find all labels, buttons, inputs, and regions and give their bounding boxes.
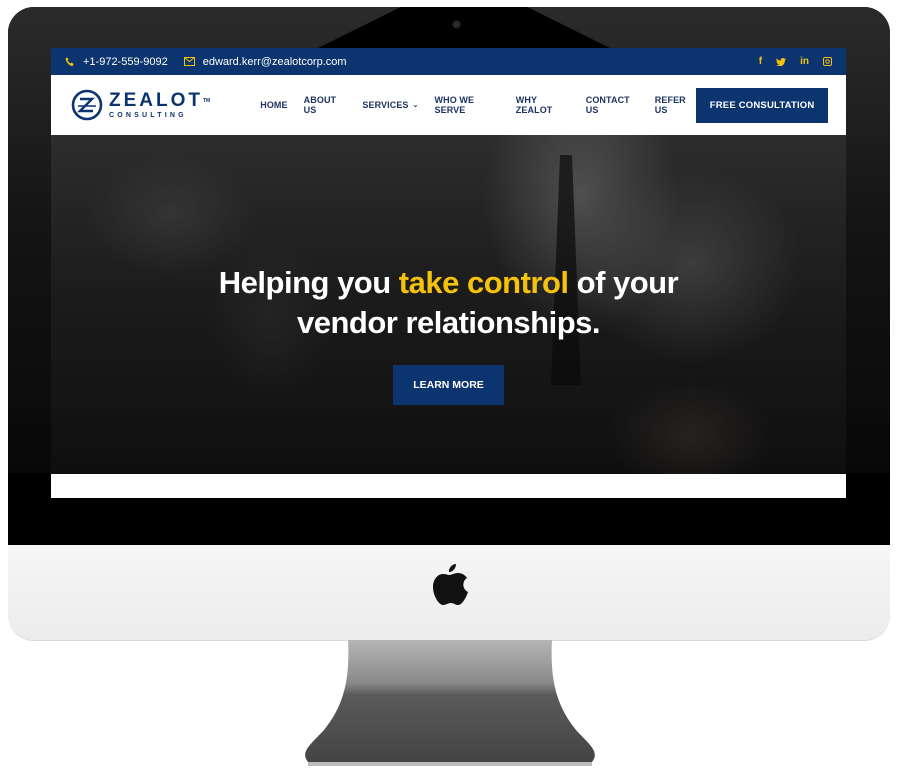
learn-more-button[interactable]: LEARN MORE [393,365,504,405]
nav-services[interactable]: SERVICES ⌄ [362,95,418,115]
nav-home[interactable]: HOME [260,95,287,115]
nav-why-zealot-label: WHY ZEALOT [515,95,553,115]
headline-part1: Helping you [218,265,399,300]
camera-notch [306,7,622,54]
nav-refer-us-label: REFER US [654,95,686,115]
monitor-stand [305,640,595,766]
social-links: f in [759,56,832,67]
zealot-logo-mark-icon [71,89,103,121]
contact-topbar: +1-972-559-9092 edward.kerr@zealotcorp.c… [51,48,846,75]
logo-subtitle: CONSULTING [109,111,187,119]
twitter-icon[interactable] [776,56,787,67]
phone-link[interactable]: +1-972-559-9092 [65,56,168,68]
apple-logo [433,564,468,605]
below-hero-strip [51,474,846,498]
phone-number: +1-972-559-9092 [83,55,168,68]
nav-refer-us[interactable]: REFER US [655,95,696,115]
nav-who-we-serve-label: WHO WE SERVE [434,95,475,115]
envelope-icon [183,57,195,66]
instagram-icon[interactable] [823,56,832,67]
nav-why-zealot[interactable]: WHY ZEALOT [516,95,570,115]
hero-headline: Helping you take control of your vendor … [51,263,846,343]
linkedin-icon[interactable]: in [800,56,809,67]
phone-icon [65,57,75,67]
email-link[interactable]: edward.kerr@zealotcorp.com [183,55,347,68]
logo-title: ZEALOT [109,89,203,111]
camera-icon [453,21,460,28]
main-navbar: ZEALOTTM CONSULTING HOME ABOUT US SERVIC… [51,75,846,135]
nav-about-us[interactable]: ABOUT US [304,95,347,115]
chevron-down-icon: ⌄ [412,102,419,109]
nav-home-label: HOME [260,100,288,110]
email-address: edward.kerr@zealotcorp.com [202,55,347,68]
free-consultation-button[interactable]: FREE CONSULTATION [696,87,828,123]
nav-who-we-serve[interactable]: WHO WE SERVE [435,95,500,115]
facebook-icon[interactable]: f [759,56,762,67]
zealot-logo[interactable]: ZEALOTTM CONSULTING [71,89,210,121]
nav-contact-us[interactable]: CONTACT US [586,95,639,115]
primary-nav: HOME ABOUT US SERVICES ⌄ WHO WE SERVE WHY… [260,95,696,115]
headline-accent: take control [398,265,569,300]
headline-line2: vendor relationships. [296,305,601,340]
logo-trademark: TM [203,97,211,104]
nav-contact-us-label: CONTACT US [585,95,630,115]
nav-about-us-label: ABOUT US [303,95,337,115]
nav-services-label: SERVICES [362,100,409,110]
hero-section: Helping you take control of your vendor … [51,135,846,474]
headline-part2: of your [568,265,679,300]
website-screen: +1-972-559-9092 edward.kerr@zealotcorp.c… [51,48,846,498]
